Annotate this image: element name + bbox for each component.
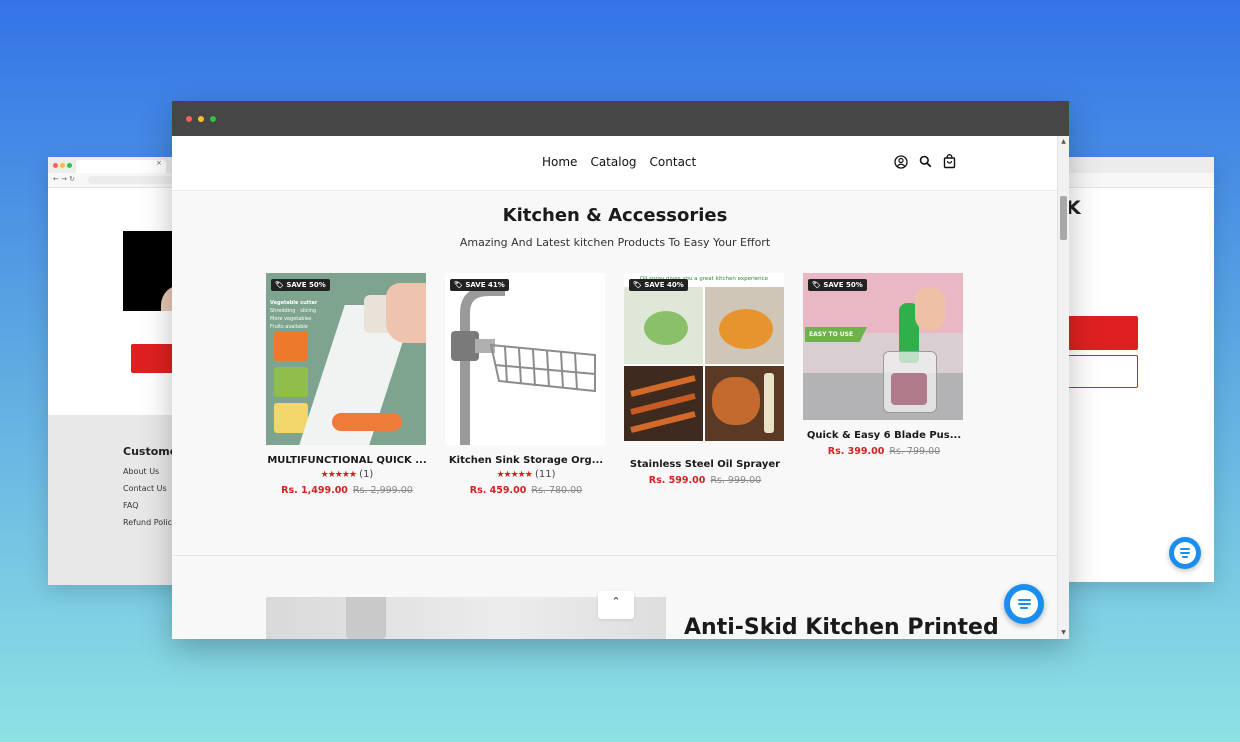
footer-link-faq[interactable]: FAQ (123, 501, 139, 510)
chat-icon[interactable] (1004, 584, 1044, 624)
background-window-right: K (1050, 157, 1214, 582)
banner-title: Anti-Skid Kitchen Printed (684, 615, 999, 639)
close-window-icon[interactable] (186, 116, 192, 122)
review-count: (11) (535, 469, 556, 480)
minimize-dot-icon (60, 163, 65, 168)
zoom-dot-icon (67, 163, 72, 168)
product-image[interactable]: 🏷 SAVE 41% (445, 273, 605, 445)
nav-home[interactable]: Home (542, 155, 577, 169)
maximize-window-icon[interactable] (210, 116, 216, 122)
tab-close-icon[interactable]: × (156, 159, 162, 167)
section-title: Kitchen & Accessories (502, 205, 728, 226)
window-titlebar (172, 101, 1069, 136)
save-badge: 🏷 SAVE 40% (629, 279, 688, 291)
save-badge: 🏷 SAVE 50% (808, 279, 867, 291)
page-scrollbar[interactable]: ▲ ▼ (1057, 136, 1069, 639)
nav-contact[interactable]: Contact (650, 155, 697, 169)
main-browser-window: Home Catalog Contact Kitchen & Accessori… (172, 101, 1069, 639)
product-title[interactable]: Stainless Steel Oil Sprayer (624, 459, 786, 470)
stars-icon: ★★★★★ (496, 470, 532, 480)
nav-catalog[interactable]: Catalog (590, 155, 636, 169)
product-rating: ★★★★★ (11) (445, 469, 607, 480)
product-image[interactable]: 🏷 SAVE 50% EASY TO USE (803, 273, 963, 420)
save-badge: 🏷 SAVE 41% (450, 279, 509, 291)
minimize-window-icon[interactable] (198, 116, 204, 122)
compare-price: Rs. 2,999.00 (352, 485, 413, 496)
search-icon[interactable] (919, 155, 932, 168)
sale-price: Rs. 399.00 (827, 446, 885, 457)
product-title[interactable]: MULTIFUNCTIONAL QUICK ... (266, 455, 428, 466)
header-icons (894, 154, 956, 169)
background-tabbar (1050, 157, 1214, 173)
save-badge: 🏷 SAVE 50% (271, 279, 330, 291)
back-to-top-button[interactable]: ⌃ (598, 591, 634, 619)
product-rating: ★★★★★ (1) (266, 469, 428, 480)
compare-price: Rs. 780.00 (531, 485, 583, 496)
background-tabbar: × (48, 157, 188, 173)
close-dot-icon (53, 163, 58, 168)
sale-price: Rs. 459.00 (469, 485, 527, 496)
easy-to-use-tag: EASY TO USE (805, 327, 868, 342)
product-card[interactable]: 🏷 SAVE 50% Vegetable cutter Shredding · … (266, 273, 428, 496)
scroll-thumb[interactable] (1060, 196, 1067, 240)
product-card[interactable]: Oil spray gives you a great kitchen expe… (624, 273, 786, 486)
product-price: Rs. 599.00 Rs. 999.00 (624, 475, 786, 486)
product-title[interactable]: Kitchen Sink Storage Org... (445, 455, 607, 466)
product-card[interactable]: 🏷 SAVE 41% Kitchen Sink Storage Org... ★… (445, 273, 607, 496)
scroll-down-arrow-icon[interactable]: ▼ (1058, 629, 1069, 637)
main-nav: Home Catalog Contact (542, 155, 696, 169)
product-price: Rs. 1,499.00 Rs. 2,999.00 (266, 485, 428, 496)
background-urlbar (1050, 173, 1214, 188)
chat-icon[interactable] (1169, 537, 1201, 569)
compare-price: Rs. 999.00 (710, 475, 762, 486)
browser-nav-icons[interactable]: ← → ↻ (53, 175, 75, 183)
section-divider (172, 555, 1058, 556)
scroll-up-arrow-icon[interactable]: ▲ (1058, 138, 1069, 146)
stars-icon: ★★★★★ (320, 470, 357, 480)
review-count: (1) (359, 469, 374, 480)
product-title[interactable]: Quick & Easy 6 Blade Pus... (803, 430, 965, 441)
compare-price: Rs. 799.00 (889, 446, 941, 457)
background-window-left: × ← → ↻ Customer About Us Contact Us FAQ… (48, 157, 188, 585)
sink-rack-illustration (451, 286, 596, 445)
footer: Customer About Us Contact Us FAQ Refund … (48, 415, 188, 585)
product-image[interactable]: Oil spray gives you a great kitchen expe… (624, 273, 784, 441)
product-price: Rs. 399.00 Rs. 799.00 (803, 446, 965, 457)
product-image[interactable]: 🏷 SAVE 50% Vegetable cutter Shredding · … (266, 273, 426, 445)
footer-link-about[interactable]: About Us (123, 467, 159, 476)
section-subtitle: Amazing And Latest kitchen Products To E… (459, 236, 771, 249)
image-caption: Vegetable cutter Shredding · slicing Mor… (270, 300, 318, 330)
sale-price: Rs. 1,499.00 (281, 485, 348, 496)
product-price: Rs. 459.00 Rs. 780.00 (445, 485, 607, 496)
footer-link-refund[interactable]: Refund Polic (123, 518, 172, 527)
footer-link-contact[interactable]: Contact Us (123, 484, 167, 493)
account-icon[interactable] (894, 154, 908, 169)
sale-price: Rs. 599.00 (648, 475, 706, 486)
site-header: Home Catalog Contact (172, 136, 1058, 191)
cart-icon[interactable] (943, 154, 956, 169)
product-card[interactable]: 🏷 SAVE 50% EASY TO USE Quick & Easy 6 Bl… (803, 273, 965, 457)
browser-tab[interactable] (76, 160, 166, 173)
